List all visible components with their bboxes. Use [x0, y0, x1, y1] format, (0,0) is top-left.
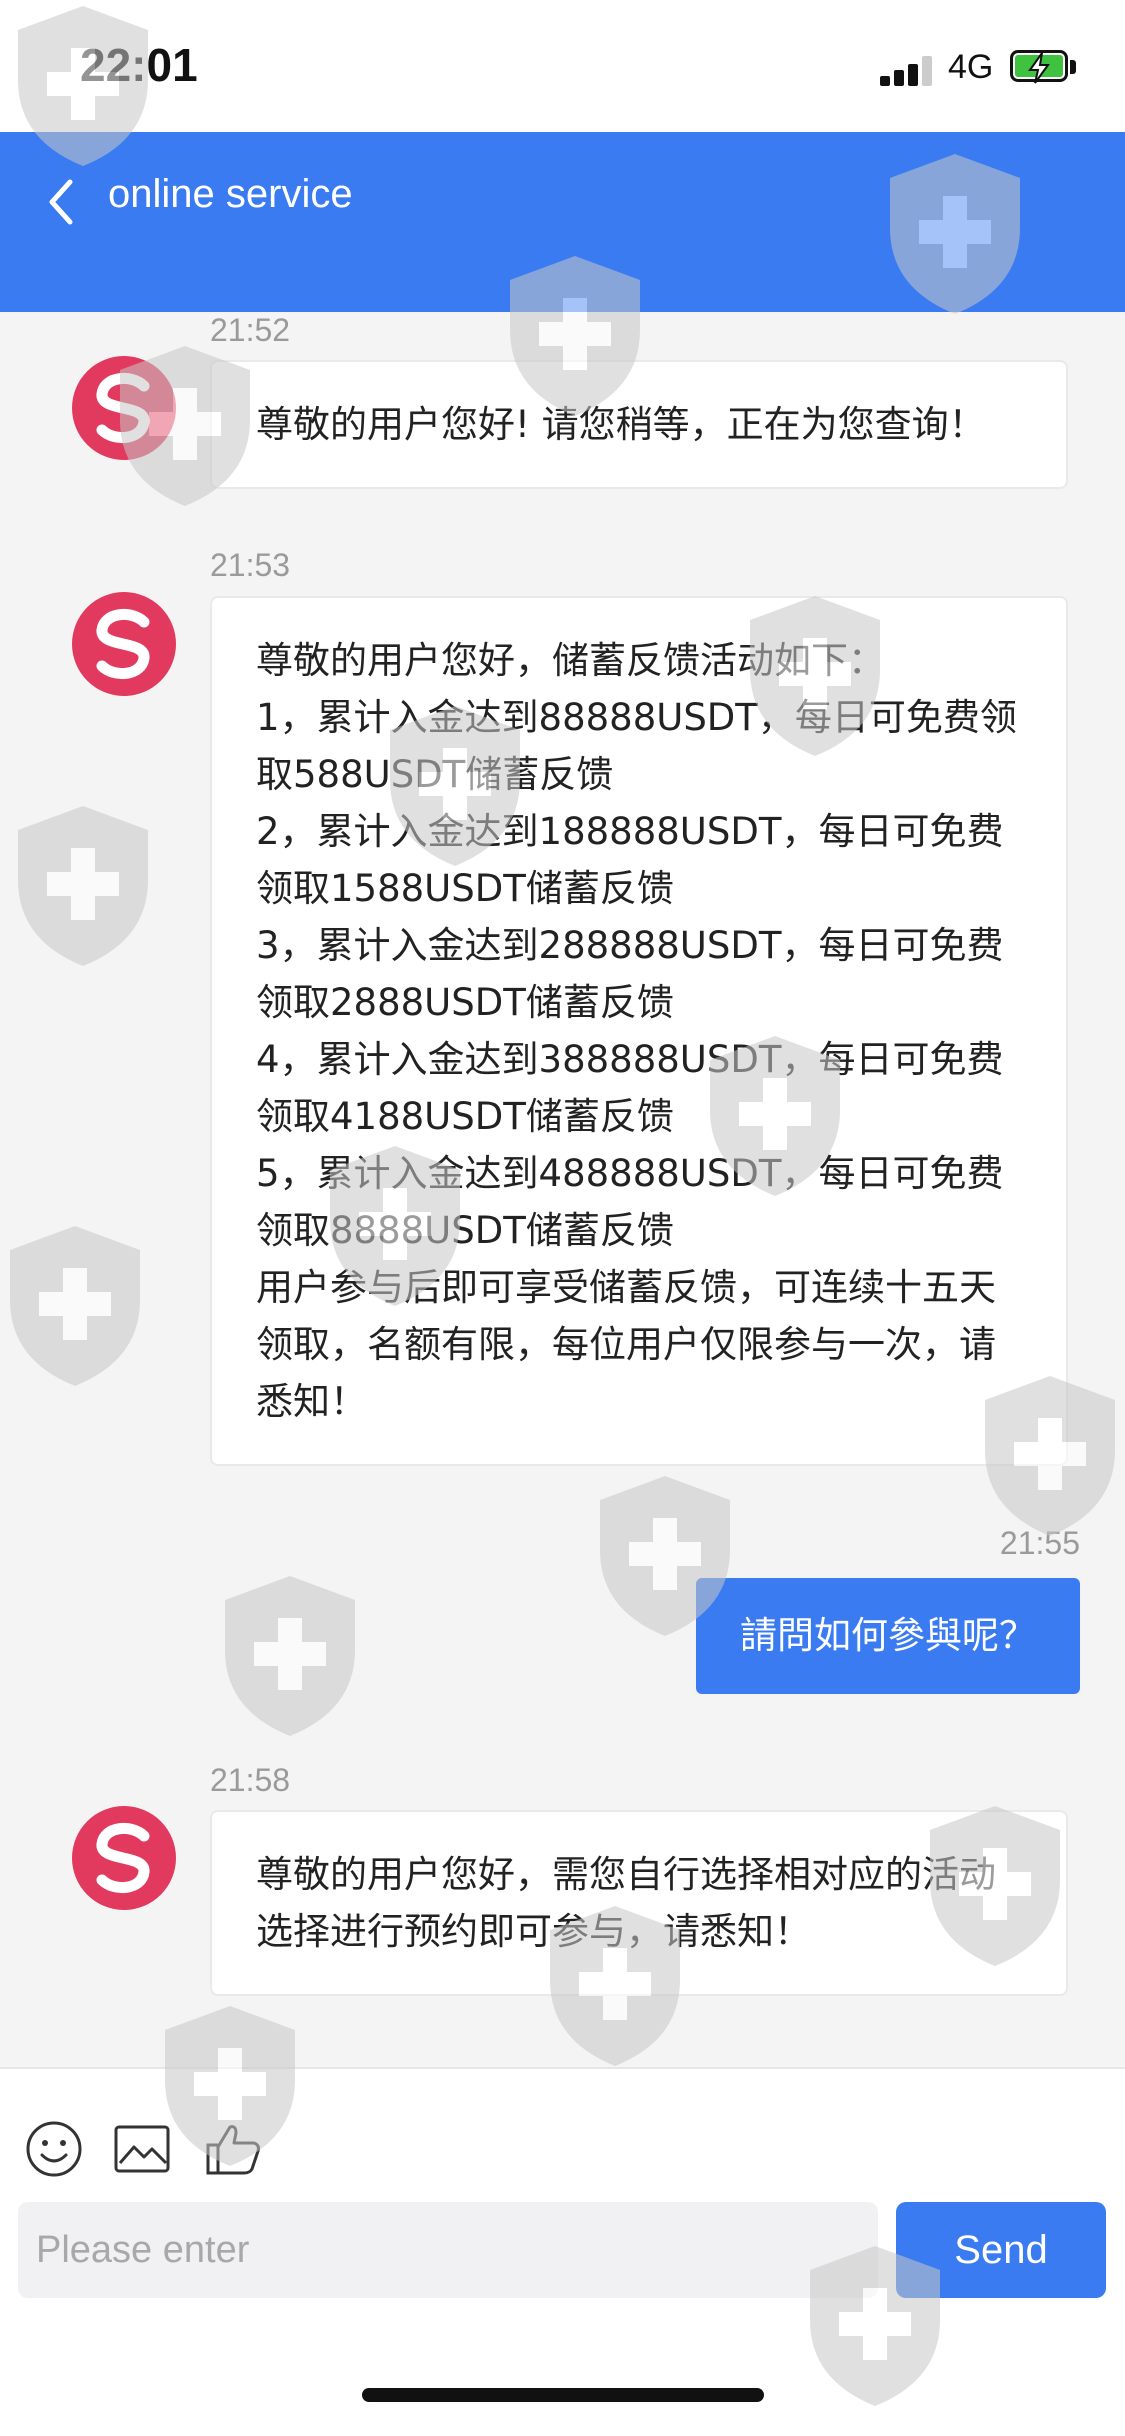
thumbs-up-icon[interactable] — [204, 2119, 264, 2179]
home-indicator — [362, 2388, 764, 2402]
back-button[interactable] — [40, 172, 80, 232]
emoji-icon[interactable] — [24, 2119, 84, 2179]
message-timestamp: 21:55 — [999, 1525, 1080, 1561]
agent-message-bubble: 尊敬的用户您好，需您自行选择相对应的活动选择进行预约即可参与，请悉知！ — [210, 1810, 1068, 1996]
nav-header: online service — [0, 132, 1125, 312]
agent-message-bubble: 尊敬的用户您好，储蓄反馈活动如下： 1，累计入金达到88888USDT，每日可免… — [210, 596, 1068, 1466]
network-type: 4G — [948, 48, 994, 86]
send-button[interactable]: Send — [896, 2202, 1106, 2298]
signal-icon — [880, 56, 936, 86]
user-message-bubble: 請問如何參與呢？ — [696, 1578, 1080, 1694]
agent-avatar — [72, 1806, 176, 1910]
composer-panel: Send — [0, 2067, 1125, 2436]
message-timestamp: 21:53 — [210, 547, 291, 583]
agent-avatar — [72, 356, 176, 460]
message-timestamp: 21:58 — [210, 1762, 291, 1798]
page-title: online service — [108, 172, 353, 216]
message-input[interactable] — [18, 2202, 878, 2298]
chevron-left-icon — [49, 179, 73, 225]
status-time: 22:01 — [80, 39, 198, 91]
agent-message-bubble: 尊敬的用户您好! 请您稍等，正在为您查询！ — [210, 360, 1068, 489]
message-timestamp: 21:52 — [210, 312, 291, 348]
image-icon[interactable] — [112, 2119, 172, 2179]
battery-icon — [1010, 50, 1078, 86]
chat-area[interactable]: 21:52 尊敬的用户您好! 请您稍等，正在为您查询！ 21:53 尊敬的用户您… — [0, 312, 1125, 2067]
status-bar: 22:01 4G — [0, 0, 1125, 132]
agent-avatar — [72, 592, 176, 696]
